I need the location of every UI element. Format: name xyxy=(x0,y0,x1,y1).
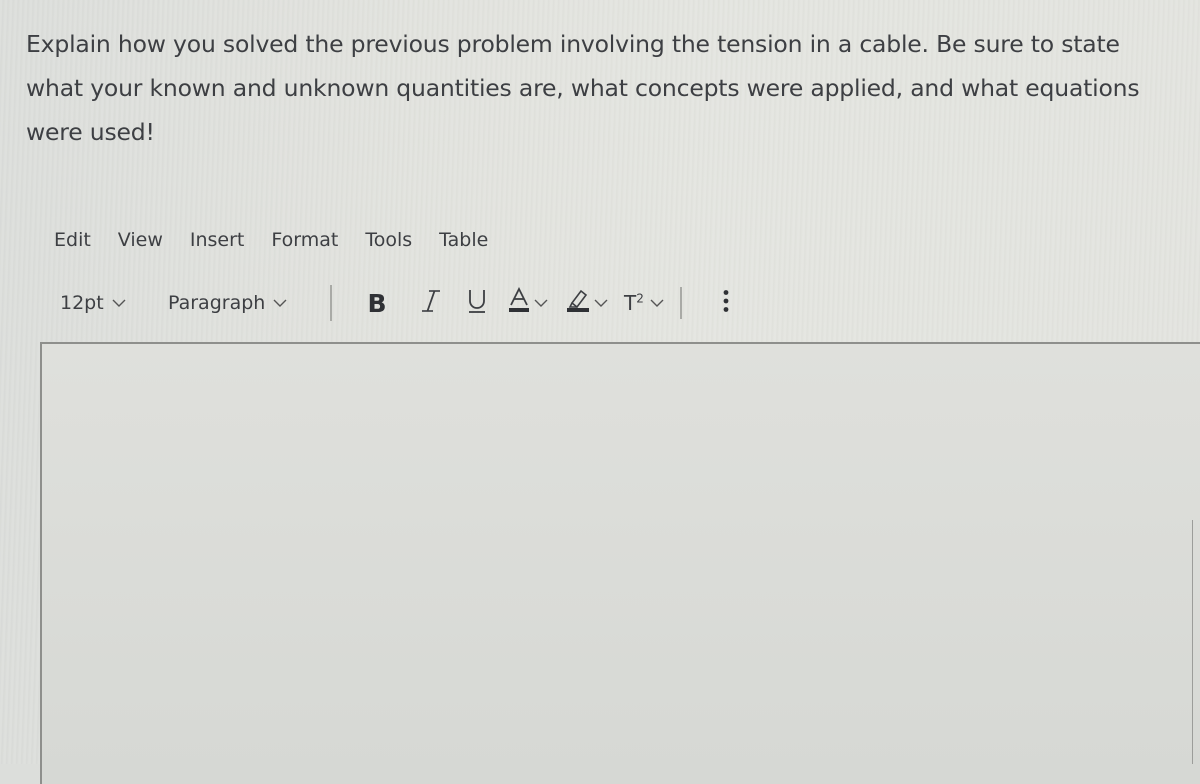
more-options-button[interactable] xyxy=(720,289,732,318)
bold-icon: B xyxy=(367,288,387,318)
toolbar-separator xyxy=(330,285,332,321)
chevron-down-icon xyxy=(650,298,664,308)
block-format-dropdown[interactable]: Paragraph xyxy=(168,292,330,314)
editor-content-area[interactable] xyxy=(42,344,1200,784)
superscript-icon: T2 xyxy=(624,291,644,315)
highlight-color-button[interactable] xyxy=(566,287,608,320)
font-size-value: 12pt xyxy=(60,292,104,314)
toolbar-separator xyxy=(679,287,682,319)
menu-tools[interactable]: Tools xyxy=(365,226,412,254)
menu-view[interactable]: View xyxy=(118,226,163,254)
editor-menubar: Edit View Insert Format Tools Table xyxy=(54,226,515,254)
bold-button[interactable]: B xyxy=(364,289,390,318)
superscript-base: T xyxy=(624,291,637,315)
menu-insert[interactable]: Insert xyxy=(190,226,245,254)
prompt-line-2: what your known and unknown quantities a… xyxy=(26,74,1140,102)
underline-icon xyxy=(467,288,487,319)
text-color-button[interactable] xyxy=(508,286,548,320)
editor-toolbar: 12pt Paragraph B T2 xyxy=(60,285,732,321)
chevron-down-icon xyxy=(273,298,287,308)
menu-format[interactable]: Format xyxy=(271,226,338,254)
chevron-down-icon xyxy=(594,298,608,308)
more-vertical-icon xyxy=(723,289,729,318)
chevron-down-icon xyxy=(534,298,548,308)
question-prompt: Explain how you solved the previous prob… xyxy=(26,22,1196,154)
underline-button[interactable] xyxy=(466,288,488,319)
rich-text-editor xyxy=(40,342,1200,784)
font-size-dropdown[interactable]: 12pt xyxy=(60,292,168,314)
block-format-value: Paragraph xyxy=(168,292,266,314)
italic-icon xyxy=(421,289,441,318)
italic-button[interactable] xyxy=(420,289,442,318)
superscript-button[interactable]: T2 xyxy=(624,291,664,315)
prompt-line-1: Explain how you solved the previous prob… xyxy=(26,30,1120,58)
text-color-icon xyxy=(508,286,530,320)
highlighter-icon xyxy=(566,287,590,320)
menu-edit[interactable]: Edit xyxy=(54,226,91,254)
page-edge-divider xyxy=(1192,520,1193,764)
superscript-exponent: 2 xyxy=(636,291,644,306)
prompt-line-3: were used! xyxy=(26,118,155,146)
menu-table[interactable]: Table xyxy=(439,226,488,254)
chevron-down-icon xyxy=(112,298,126,308)
